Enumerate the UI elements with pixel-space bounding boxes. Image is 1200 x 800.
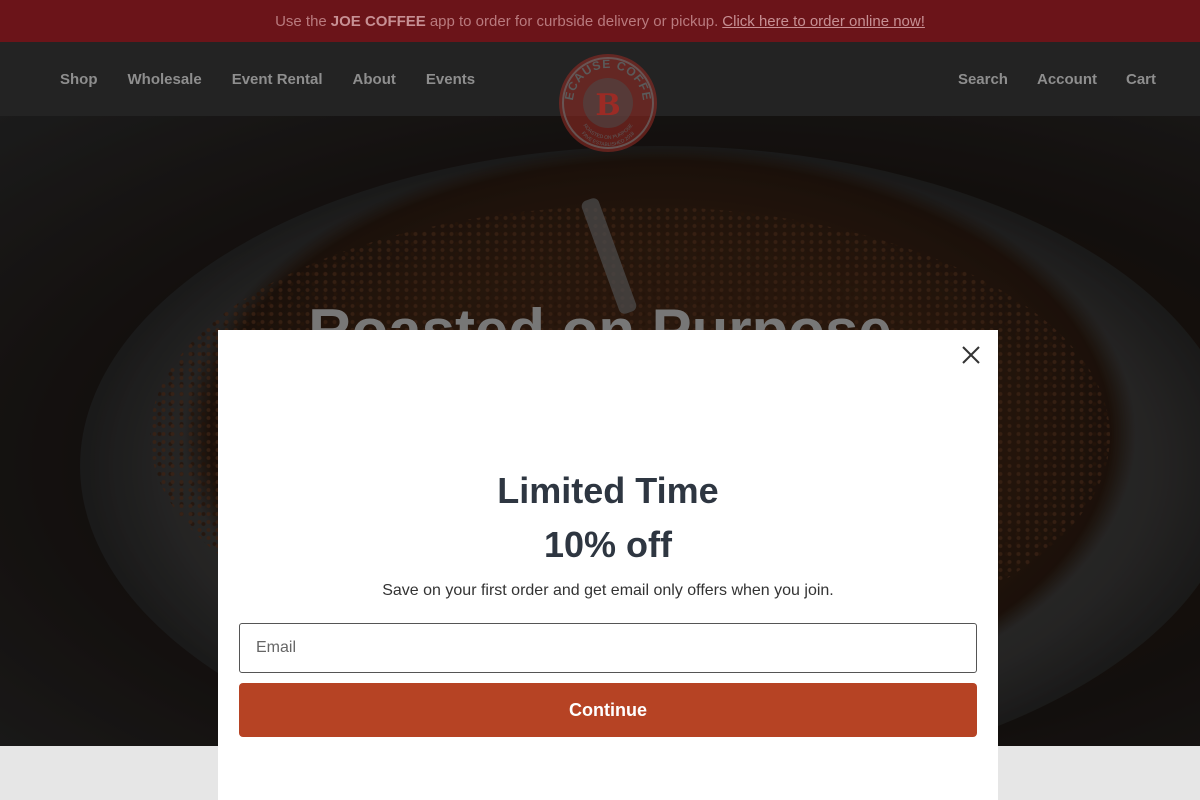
announcement-bar: Use the JOE COFFEE app to order for curb…: [0, 0, 1200, 42]
close-icon[interactable]: [960, 344, 982, 366]
nav-event-rental[interactable]: Event Rental: [232, 71, 323, 88]
nav-about[interactable]: About: [353, 71, 396, 88]
nav-account[interactable]: Account: [1037, 71, 1097, 88]
announcement-brand: JOE COFFEE: [330, 12, 426, 30]
announcement-text: app to order for curbside delivery or pi…: [429, 12, 719, 30]
email-input[interactable]: [239, 623, 977, 673]
nav-wholesale[interactable]: Wholesale: [128, 71, 202, 88]
newsletter-popup: Limited Time 10% off Save on your first …: [218, 330, 998, 800]
nav-events[interactable]: Events: [426, 71, 475, 88]
nav-search[interactable]: Search: [958, 71, 1008, 88]
because-coffee-logo[interactable]: BECAUSE COFFEE B ROASTED ON PURPOSE FAVE…: [557, 52, 659, 154]
main-nav: Shop Wholesale Event Rental About Events: [60, 42, 475, 116]
order-online-link[interactable]: Click here to order online now!: [722, 13, 925, 30]
popup-description: Save on your first order and get email o…: [382, 582, 834, 599]
utility-nav: Search Account Cart: [958, 42, 1156, 116]
announcement-prefix: Use the: [275, 12, 327, 30]
nav-shop[interactable]: Shop: [60, 71, 98, 88]
popup-discount: 10% off: [543, 524, 673, 565]
popup-title: Limited Time: [497, 470, 719, 511]
nav-cart[interactable]: Cart: [1126, 71, 1156, 88]
logo-letter: B: [595, 88, 620, 123]
continue-button[interactable]: Continue: [239, 683, 977, 737]
